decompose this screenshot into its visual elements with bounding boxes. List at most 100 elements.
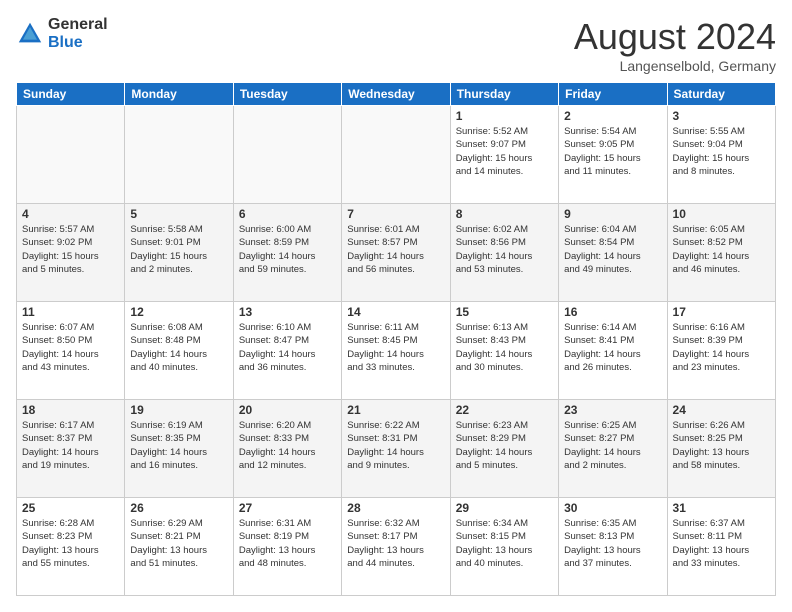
- day-number: 11: [22, 305, 119, 319]
- calendar-empty-cell: [342, 106, 450, 204]
- location-title: Langenselbold, Germany: [574, 58, 776, 74]
- day-number: 1: [456, 109, 553, 123]
- calendar-day-19: 19 Sunrise: 6:19 AM Sunset: 8:35 PM Dayli…: [125, 400, 233, 498]
- day-info: Sunrise: 6:20 AM Sunset: 8:33 PM Dayligh…: [239, 419, 336, 472]
- logo: General Blue: [16, 16, 108, 51]
- day-info: Sunrise: 6:08 AM Sunset: 8:48 PM Dayligh…: [130, 321, 227, 374]
- calendar-day-16: 16 Sunrise: 6:14 AM Sunset: 8:41 PM Dayli…: [559, 302, 667, 400]
- calendar-week-row: 18 Sunrise: 6:17 AM Sunset: 8:37 PM Dayli…: [17, 400, 776, 498]
- day-info: Sunrise: 6:00 AM Sunset: 8:59 PM Dayligh…: [239, 223, 336, 276]
- day-info: Sunrise: 6:01 AM Sunset: 8:57 PM Dayligh…: [347, 223, 444, 276]
- day-info: Sunrise: 6:35 AM Sunset: 8:13 PM Dayligh…: [564, 517, 661, 570]
- calendar-day-24: 24 Sunrise: 6:26 AM Sunset: 8:25 PM Dayli…: [667, 400, 775, 498]
- day-number: 28: [347, 501, 444, 515]
- day-number: 21: [347, 403, 444, 417]
- day-number: 24: [673, 403, 770, 417]
- calendar-day-21: 21 Sunrise: 6:22 AM Sunset: 8:31 PM Dayli…: [342, 400, 450, 498]
- day-number: 17: [673, 305, 770, 319]
- calendar-day-27: 27Sunrise: 6:31 AM Sunset: 8:19 PM Dayli…: [233, 498, 341, 596]
- calendar-day-3: 3 Sunrise: 5:55 AM Sunset: 9:04 PM Daylig…: [667, 106, 775, 204]
- calendar-day-10: 10 Sunrise: 6:05 AM Sunset: 8:52 PM Dayli…: [667, 204, 775, 302]
- calendar-empty-cell: [17, 106, 125, 204]
- day-number: 8: [456, 207, 553, 221]
- day-number: 22: [456, 403, 553, 417]
- calendar-empty-cell: [233, 106, 341, 204]
- calendar-day-7: 7Sunrise: 6:01 AM Sunset: 8:57 PM Daylig…: [342, 204, 450, 302]
- day-info: Sunrise: 6:37 AM Sunset: 8:11 PM Dayligh…: [673, 517, 770, 570]
- calendar-day-28: 28 Sunrise: 6:32 AM Sunset: 8:17 PM Dayli…: [342, 498, 450, 596]
- calendar-day-12: 12 Sunrise: 6:08 AM Sunset: 8:48 PM Dayli…: [125, 302, 233, 400]
- day-info: Sunrise: 6:02 AM Sunset: 8:56 PM Dayligh…: [456, 223, 553, 276]
- day-number: 26: [130, 501, 227, 515]
- day-number: 2: [564, 109, 661, 123]
- day-info: Sunrise: 6:17 AM Sunset: 8:37 PM Dayligh…: [22, 419, 119, 472]
- calendar-week-row: 4 Sunrise: 5:57 AM Sunset: 9:02 PM Daylig…: [17, 204, 776, 302]
- day-info: Sunrise: 6:32 AM Sunset: 8:17 PM Dayligh…: [347, 517, 444, 570]
- month-title: August 2024: [574, 16, 776, 58]
- day-info: Sunrise: 6:25 AM Sunset: 8:27 PM Dayligh…: [564, 419, 661, 472]
- day-info: Sunrise: 6:22 AM Sunset: 8:31 PM Dayligh…: [347, 419, 444, 472]
- day-info: Sunrise: 5:55 AM Sunset: 9:04 PM Dayligh…: [673, 125, 770, 178]
- day-number: 6: [239, 207, 336, 221]
- day-info: Sunrise: 5:57 AM Sunset: 9:02 PM Dayligh…: [22, 223, 119, 276]
- day-number: 19: [130, 403, 227, 417]
- day-number: 16: [564, 305, 661, 319]
- day-number: 23: [564, 403, 661, 417]
- calendar-day-18: 18 Sunrise: 6:17 AM Sunset: 8:37 PM Dayli…: [17, 400, 125, 498]
- day-number: 18: [22, 403, 119, 417]
- day-info: Sunrise: 5:52 AM Sunset: 9:07 PM Dayligh…: [456, 125, 553, 178]
- day-number: 12: [130, 305, 227, 319]
- day-info: Sunrise: 6:10 AM Sunset: 8:47 PM Dayligh…: [239, 321, 336, 374]
- day-info: Sunrise: 6:19 AM Sunset: 8:35 PM Dayligh…: [130, 419, 227, 472]
- calendar-week-row: 11 Sunrise: 6:07 AM Sunset: 8:50 PM Dayli…: [17, 302, 776, 400]
- calendar-day-29: 29Sunrise: 6:34 AM Sunset: 8:15 PM Dayli…: [450, 498, 558, 596]
- day-info: Sunrise: 6:05 AM Sunset: 8:52 PM Dayligh…: [673, 223, 770, 276]
- logo-blue-text: Blue: [48, 34, 108, 52]
- day-number: 27: [239, 501, 336, 515]
- day-number: 25: [22, 501, 119, 515]
- calendar-day-14: 14 Sunrise: 6:11 AM Sunset: 8:45 PM Dayli…: [342, 302, 450, 400]
- day-info: Sunrise: 6:23 AM Sunset: 8:29 PM Dayligh…: [456, 419, 553, 472]
- day-number: 3: [673, 109, 770, 123]
- calendar-page: General Blue August 2024 Langenselbold, …: [0, 0, 792, 612]
- calendar-day-22: 22 Sunrise: 6:23 AM Sunset: 8:29 PM Dayli…: [450, 400, 558, 498]
- day-number: 13: [239, 305, 336, 319]
- day-info: Sunrise: 6:28 AM Sunset: 8:23 PM Dayligh…: [22, 517, 119, 570]
- day-info: Sunrise: 6:29 AM Sunset: 8:21 PM Dayligh…: [130, 517, 227, 570]
- weekday-header-thursday: Thursday: [450, 83, 558, 106]
- weekday-header-wednesday: Wednesday: [342, 83, 450, 106]
- weekday-header-saturday: Saturday: [667, 83, 775, 106]
- calendar-week-row: 1 Sunrise: 5:52 AM Sunset: 9:07 PM Daylig…: [17, 106, 776, 204]
- day-info: Sunrise: 6:07 AM Sunset: 8:50 PM Dayligh…: [22, 321, 119, 374]
- logo-text: General Blue: [48, 16, 108, 51]
- calendar-day-30: 30Sunrise: 6:35 AM Sunset: 8:13 PM Dayli…: [559, 498, 667, 596]
- calendar-day-17: 17Sunrise: 6:16 AM Sunset: 8:39 PM Dayli…: [667, 302, 775, 400]
- day-info: Sunrise: 6:14 AM Sunset: 8:41 PM Dayligh…: [564, 321, 661, 374]
- logo-icon: [16, 20, 44, 48]
- calendar-day-13: 13 Sunrise: 6:10 AM Sunset: 8:47 PM Dayli…: [233, 302, 341, 400]
- calendar-week-row: 25 Sunrise: 6:28 AM Sunset: 8:23 PM Dayli…: [17, 498, 776, 596]
- day-number: 9: [564, 207, 661, 221]
- calendar-day-8: 8 Sunrise: 6:02 AM Sunset: 8:56 PM Daylig…: [450, 204, 558, 302]
- calendar-table: SundayMondayTuesdayWednesdayThursdayFrid…: [16, 82, 776, 596]
- day-number: 29: [456, 501, 553, 515]
- day-info: Sunrise: 5:58 AM Sunset: 9:01 PM Dayligh…: [130, 223, 227, 276]
- day-number: 4: [22, 207, 119, 221]
- day-info: Sunrise: 6:11 AM Sunset: 8:45 PM Dayligh…: [347, 321, 444, 374]
- calendar-day-11: 11 Sunrise: 6:07 AM Sunset: 8:50 PM Dayli…: [17, 302, 125, 400]
- day-info: Sunrise: 6:26 AM Sunset: 8:25 PM Dayligh…: [673, 419, 770, 472]
- day-number: 14: [347, 305, 444, 319]
- calendar-day-23: 23 Sunrise: 6:25 AM Sunset: 8:27 PM Dayli…: [559, 400, 667, 498]
- logo-general-text: General: [48, 16, 108, 34]
- day-info: Sunrise: 5:54 AM Sunset: 9:05 PM Dayligh…: [564, 125, 661, 178]
- day-number: 10: [673, 207, 770, 221]
- weekday-header-monday: Monday: [125, 83, 233, 106]
- calendar-empty-cell: [125, 106, 233, 204]
- day-number: 20: [239, 403, 336, 417]
- day-number: 5: [130, 207, 227, 221]
- weekday-header-tuesday: Tuesday: [233, 83, 341, 106]
- calendar-day-26: 26 Sunrise: 6:29 AM Sunset: 8:21 PM Dayli…: [125, 498, 233, 596]
- calendar-day-5: 5 Sunrise: 5:58 AM Sunset: 9:01 PM Daylig…: [125, 204, 233, 302]
- calendar-day-1: 1 Sunrise: 5:52 AM Sunset: 9:07 PM Daylig…: [450, 106, 558, 204]
- page-header: General Blue August 2024 Langenselbold, …: [16, 16, 776, 74]
